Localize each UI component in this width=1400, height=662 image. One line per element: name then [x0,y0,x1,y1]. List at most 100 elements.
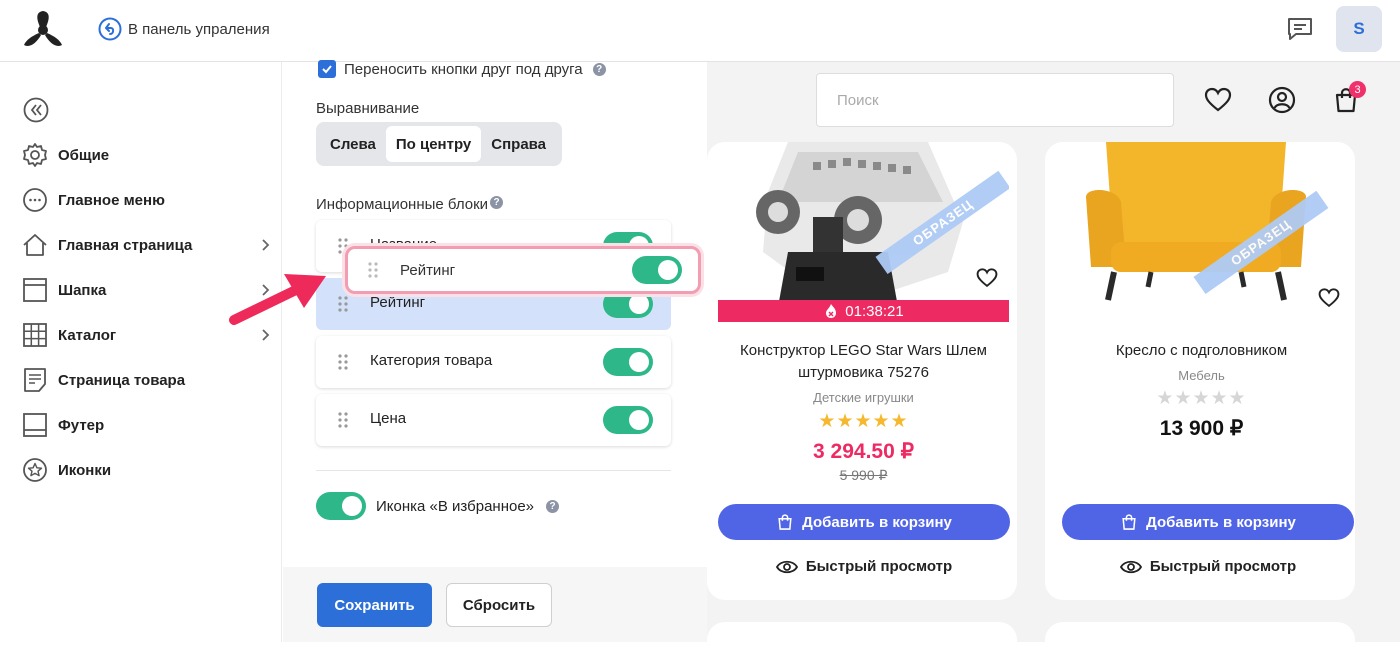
align-left-option[interactable]: Слева [320,126,386,162]
dots-circle-icon [23,188,47,212]
product-category: Детские игрушки [813,390,914,405]
sidebar-item-general[interactable]: Общие [22,142,272,168]
flame-icon [826,304,837,318]
product-old-price: 5 990 ₽ [839,467,888,483]
favorite-heart-icon[interactable] [1311,280,1347,316]
timer-value: 01:38:21 [845,302,904,320]
checkbox-checked[interactable] [318,60,336,78]
info-block-label: Цена [370,410,407,427]
sidebar-item-icons[interactable]: Иконки [22,457,272,483]
pointer-arrow-icon [229,274,326,325]
eye-icon [775,560,798,573]
footer-layout-icon [23,413,47,437]
favorite-icon-setting: Иконка «В избранное» ? [316,492,560,520]
sidebar-item-label: Шапка [58,281,107,299]
product-price: 3 294.50 ₽ [813,440,914,463]
quick-view-button[interactable]: Быстрый просмотр [718,558,1010,575]
sidebar-item-label: Каталог [58,326,117,344]
back-to-panel-link[interactable]: В панель упраления [98,17,270,41]
header-layout-icon [23,278,47,302]
settings-content: Переносить кнопки друг под друга ? Вырав… [283,60,707,567]
info-block-price[interactable]: Цена [316,394,671,446]
chat-icon[interactable] [1286,16,1314,42]
rating-stars: ★★★★★ [818,411,909,432]
star-circle-icon [23,458,47,482]
align-right-option[interactable]: Справа [481,126,556,162]
help-icon[interactable]: ? [592,62,606,76]
product-price: 13 900 ₽ [1159,417,1244,440]
drag-handle-icon[interactable] [368,261,378,279]
collapse-sidebar-icon[interactable] [23,97,49,123]
back-label: В панель упраления [128,20,270,38]
sidebar-item-footer[interactable]: Футер [22,412,272,438]
sale-timer: 01:38:21 [718,300,1009,322]
drag-handle-icon[interactable] [338,295,348,313]
eye-icon [1119,560,1142,573]
sidebar-item-label: Общие [58,146,110,164]
sidebar-item-label: Главное меню [58,191,165,209]
favorite-heart-icon[interactable] [969,260,1005,296]
avatar[interactable]: S [1336,6,1382,52]
add-to-cart-label: Добавить в корзину [802,513,952,531]
add-to-cart-button[interactable]: Добавить в корзину [718,504,1010,540]
sidebar-item-label: Главная страница [58,236,193,254]
sidebar: Общие Главное меню Главная страница Шапк… [0,62,282,642]
home-icon [23,234,47,256]
sidebar-item-label: Иконки [58,461,112,479]
align-segmented-control: Слева По центру Справа [316,122,562,166]
toggle-switch[interactable] [603,348,653,376]
drag-handle-icon[interactable] [338,353,348,371]
toggle-switch[interactable] [603,406,653,434]
sidebar-item-main-menu[interactable]: Главное меню [22,187,272,213]
info-block-label: Категория товара [370,352,493,369]
wrap-buttons-checkbox[interactable]: Переносить кнопки друг под друга ? [318,60,606,78]
product-image[interactable]: ОБРАЗЕЦ [1056,142,1347,320]
toggle-switch[interactable] [632,256,682,284]
grid-icon [23,323,47,347]
toggle-switch[interactable] [603,290,653,318]
cart-icon [1122,514,1136,530]
help-icon[interactable]: ? [490,196,504,209]
gear-icon [23,143,47,167]
drag-handle-icon[interactable] [338,411,348,429]
sidebar-item-product-page[interactable]: Страница товара [22,367,272,393]
product-category: Мебель [1178,368,1225,383]
rating-stars: ★★★★★ [1156,388,1247,409]
product-card-partial [707,622,1017,662]
product-image[interactable]: ОБРАЗЕЦ [718,142,1009,320]
cart-icon [778,514,792,530]
divider [316,470,671,471]
align-center-option[interactable]: По центру [385,126,482,162]
reset-button[interactable]: Сбросить [446,583,552,627]
wrap-buttons-label: Переносить кнопки друг под друга [344,60,583,78]
quick-view-label: Быстрый просмотр [1149,558,1297,575]
save-button[interactable]: Сохранить [317,583,432,627]
quick-view-label: Быстрый просмотр [805,558,953,575]
help-icon[interactable]: ? [546,499,560,513]
user-icon[interactable] [1268,86,1296,114]
quick-view-button[interactable]: Быстрый просмотр [1062,558,1354,575]
info-block-category[interactable]: Категория товара [316,336,671,388]
add-to-cart-label: Добавить в корзину [1146,513,1296,531]
chevron-right-icon [262,239,270,251]
add-to-cart-button[interactable]: Добавить в корзину [1062,504,1354,540]
favorite-setting-label: Иконка «В избранное» [376,497,535,515]
store-preview: Поиск 3 ОБРАЗЕЦ 01:38:21 Конструктор LEG… [707,62,1400,662]
top-bar: В панель упраления S [0,0,1400,62]
dragged-info-block[interactable]: Рейтинг [345,246,701,294]
cart-count-badge: 3 [1349,81,1366,98]
product-card-partial [1045,622,1355,662]
info-block-label: Рейтинг [370,294,426,311]
settings-panel: Переносить кнопки друг под друга ? Вырав… [283,60,707,642]
logo-icon[interactable] [22,10,64,48]
heart-icon[interactable] [1204,86,1232,114]
sidebar-item-home-page[interactable]: Главная страница [22,232,272,258]
info-blocks-label: Информационные блоки? [316,196,504,213]
product-name[interactable]: Кресло с подголовником [1056,340,1347,362]
dragged-block-label: Рейтинг [400,262,456,279]
document-icon [24,368,46,392]
back-arrow-icon [98,17,122,41]
toggle-switch[interactable] [316,492,366,520]
search-input[interactable]: Поиск [816,73,1174,127]
product-name[interactable]: Конструктор LEGO Star Wars Шлем штурмови… [718,340,1009,384]
